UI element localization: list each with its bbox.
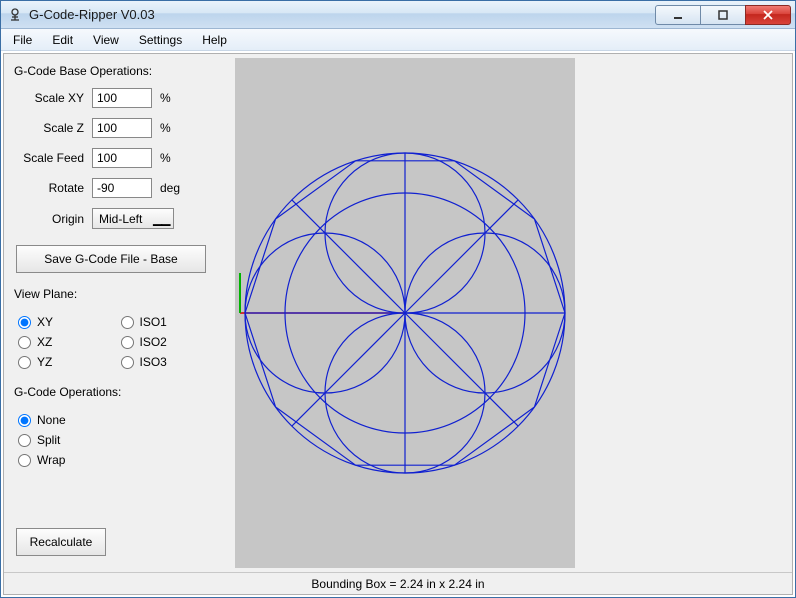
row-scale-xy: Scale XY % [14, 88, 219, 108]
radio-xz-label: XZ [37, 335, 52, 349]
radio-iso1-input[interactable] [121, 316, 134, 329]
base-ops-title: G-Code Base Operations: [14, 64, 219, 78]
maximize-button[interactable] [700, 5, 746, 25]
app-icon [7, 7, 23, 23]
radio-xy[interactable]: XY [18, 315, 117, 329]
minimize-button[interactable] [655, 5, 701, 25]
label-scale-xy: Scale XY [14, 91, 92, 105]
status-text: Bounding Box = 2.24 in x 2.24 in [311, 577, 484, 591]
radio-iso2[interactable]: ISO2 [121, 335, 220, 349]
radio-iso2-input[interactable] [121, 336, 134, 349]
origin-dropdown[interactable]: Mid-Left ▁▁ [92, 208, 174, 229]
input-scale-feed[interactable] [92, 148, 152, 168]
window-buttons [656, 5, 791, 25]
workarea: G-Code Base Operations: Scale XY % Scale… [4, 54, 792, 572]
radio-xz-input[interactable] [18, 336, 31, 349]
label-scale-z: Scale Z [14, 121, 92, 135]
client-area: G-Code Base Operations: Scale XY % Scale… [3, 53, 793, 595]
radio-iso3-input[interactable] [121, 356, 134, 369]
toolpath-drawing [235, 58, 575, 568]
radio-yz[interactable]: YZ [18, 355, 117, 369]
radio-yz-label: YZ [37, 355, 52, 369]
input-rotate[interactable] [92, 178, 152, 198]
label-rotate: Rotate [14, 181, 92, 195]
row-scale-z: Scale Z % [14, 118, 219, 138]
input-scale-xy[interactable] [92, 88, 152, 108]
gcode-ops-title: G-Code Operations: [14, 385, 219, 399]
radio-none[interactable]: None [18, 413, 219, 427]
radio-none-label: None [37, 413, 66, 427]
toolpath-group [245, 153, 565, 473]
row-origin: Origin Mid-Left ▁▁ [14, 208, 219, 229]
unit-rotate: deg [160, 181, 180, 195]
menubar: File Edit View Settings Help [1, 29, 795, 51]
label-scale-feed: Scale Feed [14, 151, 92, 165]
radio-xy-input[interactable] [18, 316, 31, 329]
recalculate-button[interactable]: Recalculate [16, 528, 106, 556]
save-gcode-base-button[interactable]: Save G-Code File - Base [16, 245, 206, 273]
radio-none-input[interactable] [18, 414, 31, 427]
radio-xz[interactable]: XZ [18, 335, 117, 349]
preview-area [229, 54, 792, 572]
menu-settings[interactable]: Settings [129, 29, 192, 50]
radio-split-label: Split [37, 433, 60, 447]
titlebar: G-Code-Ripper V0.03 [1, 1, 795, 29]
radio-wrap-input[interactable] [18, 454, 31, 467]
radio-split-input[interactable] [18, 434, 31, 447]
window-title: G-Code-Ripper V0.03 [29, 7, 656, 22]
radio-wrap[interactable]: Wrap [18, 453, 219, 467]
radio-iso1[interactable]: ISO1 [121, 315, 220, 329]
radio-xy-label: XY [37, 315, 53, 329]
preview-canvas[interactable] [235, 58, 575, 568]
radio-iso1-label: ISO1 [140, 315, 167, 329]
view-plane-title: View Plane: [14, 287, 219, 301]
origin-value: Mid-Left [99, 212, 142, 226]
statusbar: Bounding Box = 2.24 in x 2.24 in [4, 572, 792, 594]
unit-scale-z: % [160, 121, 171, 135]
radio-split[interactable]: Split [18, 433, 219, 447]
menu-edit[interactable]: Edit [42, 29, 83, 50]
menu-help[interactable]: Help [192, 29, 237, 50]
view-plane-options: XY ISO1 XZ ISO2 YZ [18, 315, 219, 369]
row-scale-feed: Scale Feed % [14, 148, 219, 168]
unit-scale-xy: % [160, 91, 171, 105]
menu-file[interactable]: File [3, 29, 42, 50]
radio-iso3-label: ISO3 [140, 355, 167, 369]
dropdown-indicator-icon: ▁▁ [153, 212, 167, 226]
radio-yz-input[interactable] [18, 356, 31, 369]
radio-iso3[interactable]: ISO3 [121, 355, 220, 369]
menu-view[interactable]: View [83, 29, 129, 50]
input-scale-z[interactable] [92, 118, 152, 138]
unit-scale-feed: % [160, 151, 171, 165]
gcode-ops-options: None Split Wrap [18, 413, 219, 467]
row-rotate: Rotate deg [14, 178, 219, 198]
close-button[interactable] [745, 5, 791, 25]
radio-wrap-label: Wrap [37, 453, 65, 467]
label-origin: Origin [14, 212, 92, 226]
sidebar: G-Code Base Operations: Scale XY % Scale… [4, 54, 229, 572]
radio-iso2-label: ISO2 [140, 335, 167, 349]
